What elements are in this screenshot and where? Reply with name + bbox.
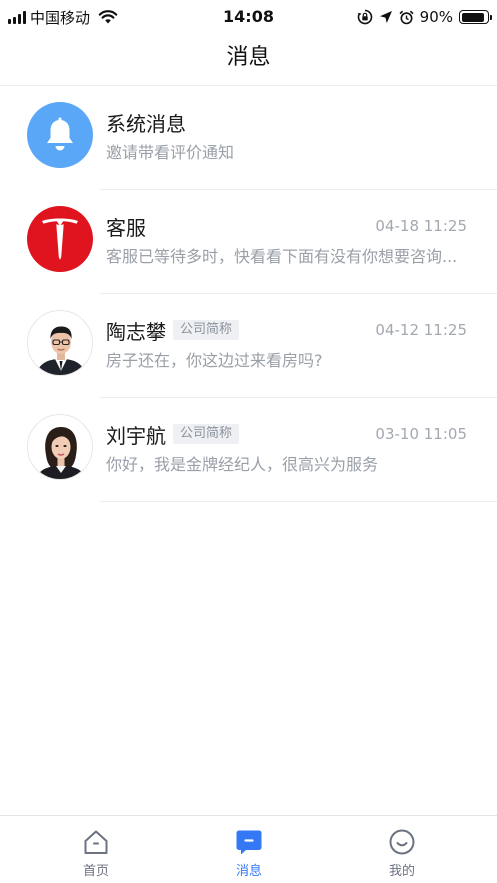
- location-arrow-icon: [379, 11, 392, 23]
- agent-avatar: [27, 414, 93, 480]
- alarm-icon: [399, 10, 414, 24]
- tab-label: 消息: [235, 864, 262, 879]
- tesla-logo-icon: [42, 218, 78, 260]
- name-row: 客服 04-18 11:25: [106, 212, 467, 240]
- tab-messages[interactable]: 消息: [189, 816, 309, 883]
- message-time: 04-18 11:25: [375, 217, 467, 235]
- contact-name: 刘宇航: [106, 423, 166, 448]
- battery-percent: 90%: [419, 8, 453, 26]
- company-tag: 公司简称: [173, 424, 240, 444]
- agent-avatar: [27, 310, 93, 376]
- message-list: 系统消息 邀请带看评价通知 客服 04-18 11:25 客服已等待多时，快看看…: [0, 86, 497, 502]
- contact-name: 客服: [106, 215, 146, 240]
- name-row: 系统消息: [106, 108, 467, 136]
- nav-bar: 消息: [0, 34, 497, 86]
- smile-icon: [389, 829, 415, 855]
- message-item-agent[interactable]: 陶志攀 公司简称 04-12 11:25 房子还在，你这边过来看房吗?: [0, 294, 497, 398]
- message-preview: 你好，我是金牌经纪人，很高兴为服务: [106, 455, 379, 474]
- message-item-agent[interactable]: 刘宇航 公司简称 03-10 11:05 你好，我是金牌经纪人，很高兴为服务: [0, 398, 497, 502]
- page-title: 消息: [226, 45, 271, 70]
- tab-label: 我的: [388, 864, 415, 879]
- contact-name: 系统消息: [106, 111, 186, 136]
- female-agent-photo: [28, 415, 92, 479]
- battery-icon: [459, 10, 492, 24]
- message-preview: 邀请带看评价通知: [106, 143, 235, 162]
- divider: [100, 501, 497, 502]
- status-bar: 中国移动 14:08 90%: [0, 0, 497, 34]
- bell-icon: [47, 117, 73, 151]
- message-item-customer-service[interactable]: 客服 04-18 11:25 客服已等待多时，快看看下面有没有你想要咨询...: [0, 190, 497, 294]
- message-preview: 客服已等待多时，快看看下面有没有你想要咨询...: [106, 247, 458, 266]
- battery-fill: [461, 12, 484, 22]
- tab-bar: 首页 消息 我的: [0, 815, 497, 883]
- home-icon: [84, 830, 108, 854]
- system-avatar: [27, 102, 93, 168]
- tab-profile[interactable]: 我的: [342, 816, 462, 883]
- contact-name: 陶志攀: [106, 319, 166, 344]
- name-row: 刘宇航 公司简称 03-10 11:05: [106, 420, 467, 448]
- status-right: 90%: [357, 6, 492, 28]
- message-icon: [236, 830, 262, 855]
- male-agent-photo: [28, 311, 92, 375]
- customer-service-avatar: [27, 206, 93, 272]
- rotation-lock-icon: [357, 9, 372, 25]
- message-item-system[interactable]: 系统消息 邀请带看评价通知: [0, 86, 497, 190]
- tab-label: 首页: [82, 864, 109, 879]
- name-row: 陶志攀 公司简称 04-12 11:25: [106, 316, 467, 344]
- tab-home[interactable]: 首页: [36, 816, 156, 883]
- message-time: 04-12 11:25: [375, 321, 467, 339]
- message-time: 03-10 11:05: [375, 425, 467, 443]
- message-preview: 房子还在，你这边过来看房吗?: [106, 351, 323, 370]
- company-tag: 公司简称: [173, 320, 240, 340]
